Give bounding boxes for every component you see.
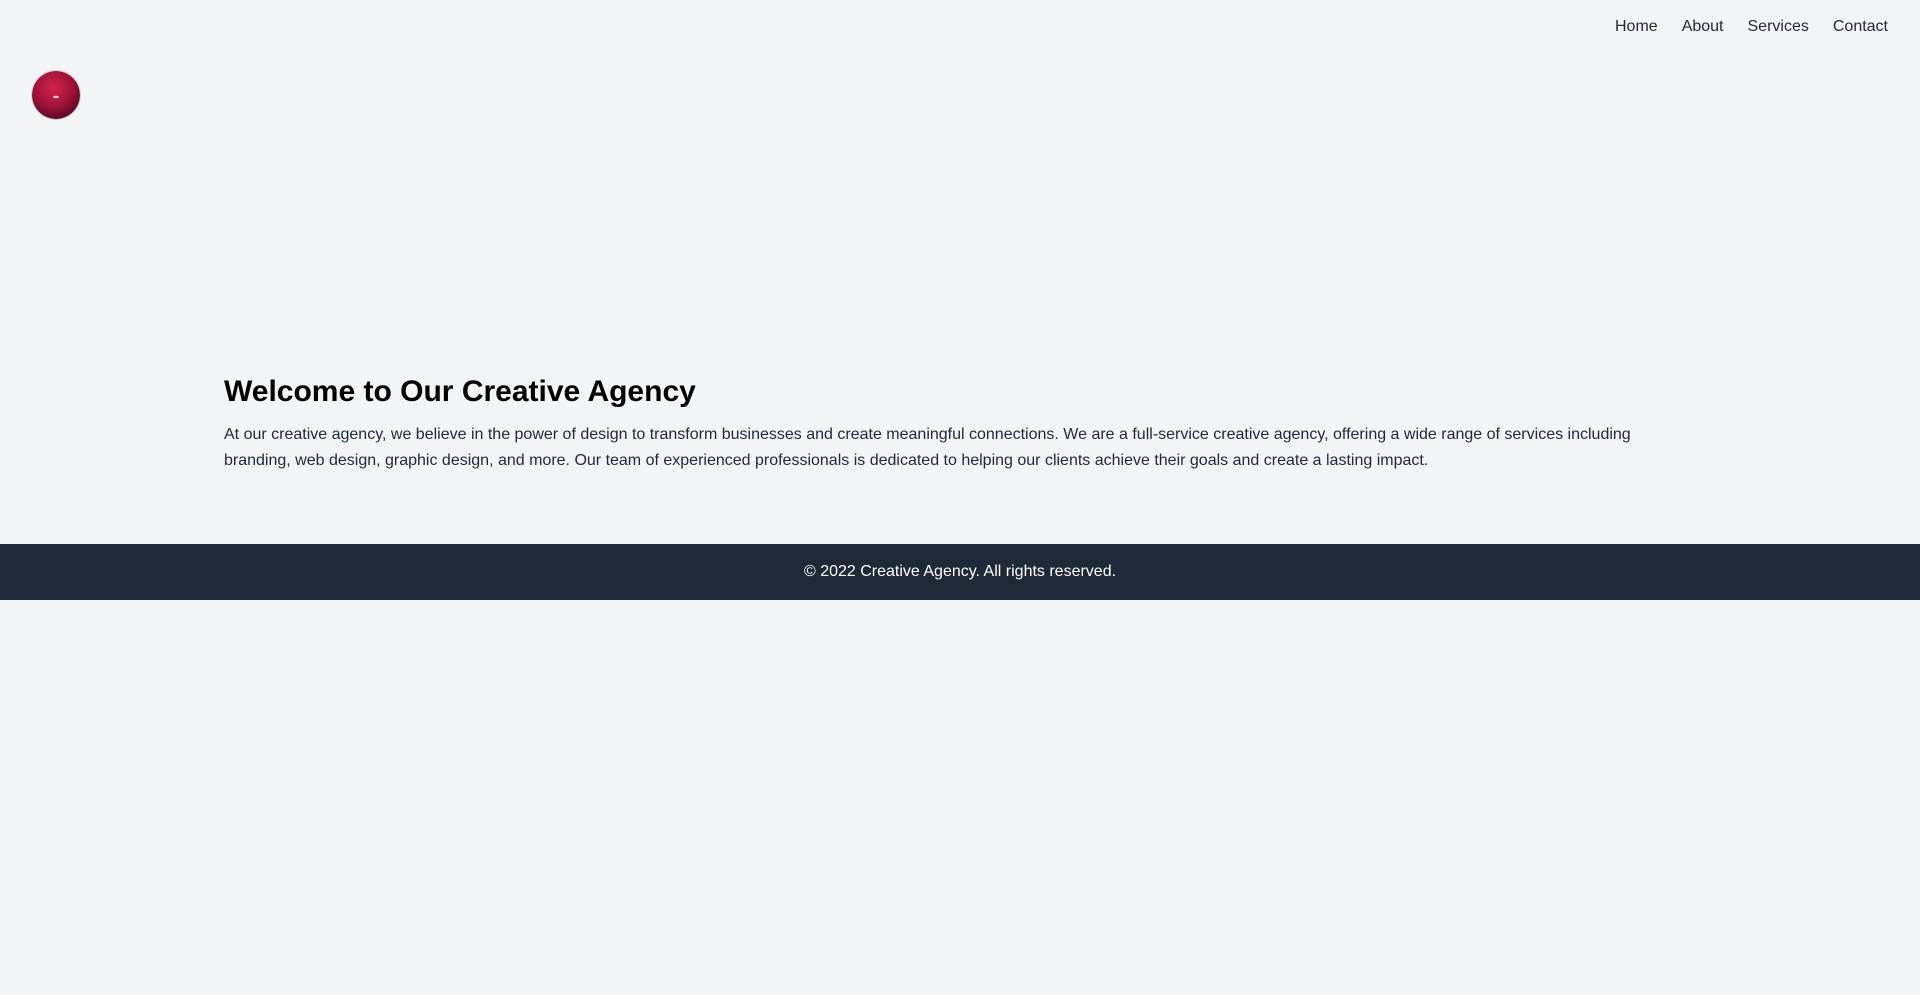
nav-link-contact[interactable]: Contact (1833, 17, 1888, 37)
page-title: Welcome to Our Creative Agency (224, 375, 696, 408)
hero-description: At our creative agency, we believe in th… (224, 426, 1631, 469)
nav-link-home[interactable]: Home (1615, 17, 1658, 37)
hero-section: Welcome to Our Creative Agency At our cr… (224, 372, 1664, 474)
red-sphere-logo-icon (32, 71, 80, 119)
nav-link-about[interactable]: About (1682, 17, 1724, 37)
footer-copyright: © 2022 Creative Agency. All rights reser… (803, 563, 1117, 580)
top-nav: Home About Services Contact (1591, 17, 1888, 37)
logo[interactable] (32, 71, 80, 119)
footer: © 2022 Creative Agency. All rights reser… (0, 544, 1920, 600)
nav-link-services[interactable]: Services (1748, 17, 1809, 37)
